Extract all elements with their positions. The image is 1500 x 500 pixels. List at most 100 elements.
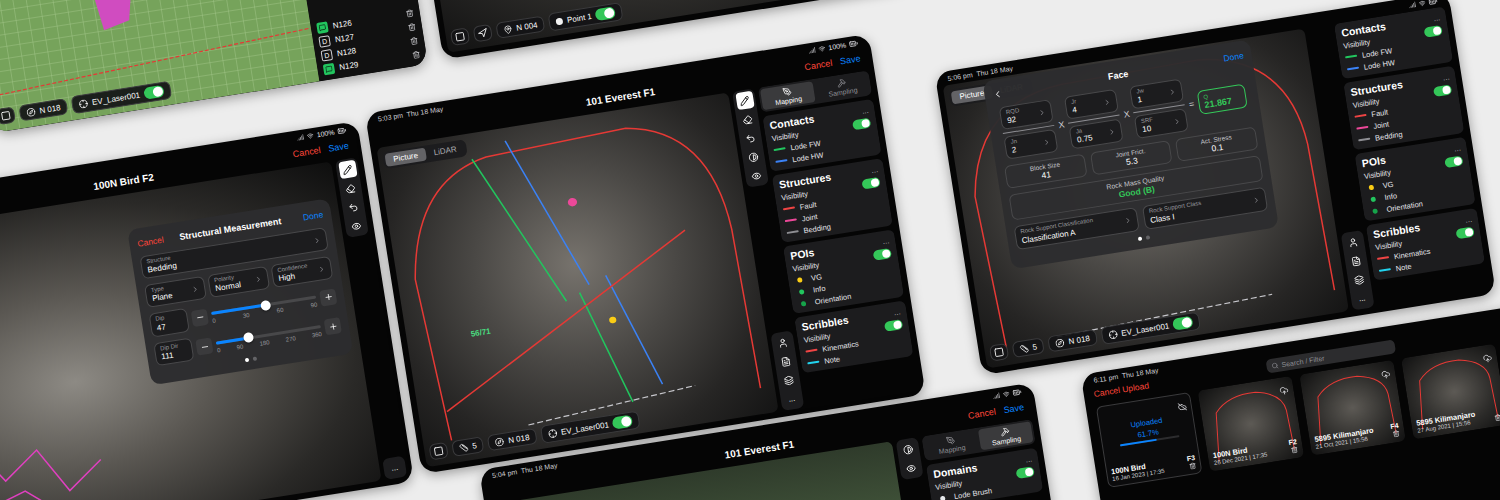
- increment-button[interactable]: [319, 288, 337, 306]
- slider-knob[interactable]: [242, 332, 253, 343]
- tool-button[interactable]: [347, 216, 366, 235]
- layer-toggle[interactable]: [612, 415, 634, 430]
- tool-button[interactable]: [338, 160, 357, 179]
- tool-button[interactable]: [779, 370, 798, 389]
- section-more[interactable]: ...: [871, 165, 879, 175]
- section-more[interactable]: ...: [1433, 13, 1441, 23]
- trash-icon[interactable]: [1392, 430, 1400, 438]
- point-list-item[interactable]: N126: [316, 6, 415, 35]
- view-tab[interactable]: Picture: [384, 148, 426, 167]
- face-tile[interactable]: 5895 Kilimanjaro27 Aug 2021 | 15:56: [1401, 344, 1500, 440]
- slider-knob[interactable]: [260, 300, 271, 311]
- direction-control[interactable]: N 018: [487, 428, 537, 451]
- denominator-field[interactable]: Jn2: [1004, 129, 1059, 160]
- back-icon[interactable]: [992, 89, 1003, 100]
- section-more[interactable]: ...: [893, 307, 901, 317]
- visibility-toggle[interactable]: [1424, 25, 1443, 38]
- support-field[interactable]: Rock Support ClassClass I: [1142, 187, 1268, 229]
- page-dot[interactable]: [1138, 236, 1143, 241]
- cancel-button[interactable]: Cancel: [804, 58, 833, 72]
- trash-icon[interactable]: [1290, 446, 1298, 454]
- scale-control[interactable]: 5: [1012, 337, 1046, 358]
- face-tile[interactable]: 100N Bird26 Dec 2021 | 17:35F2: [1198, 376, 1305, 472]
- more-button[interactable]: ...: [385, 458, 404, 477]
- save-button[interactable]: Save: [839, 53, 861, 66]
- slider-value[interactable]: Dip47: [149, 308, 190, 337]
- tool-button[interactable]: [898, 439, 917, 458]
- section-more[interactable]: ...: [882, 236, 890, 246]
- trash-icon[interactable]: [1494, 414, 1500, 422]
- scale-control[interactable]: 5: [451, 436, 485, 457]
- tool-button[interactable]: [344, 197, 363, 216]
- layer-control[interactable]: EV_Laser001: [540, 410, 641, 443]
- tool-button[interactable]: [744, 147, 763, 166]
- tool-button[interactable]: [1349, 270, 1368, 289]
- mode-tab[interactable]: Mapping: [924, 430, 980, 459]
- page-dot[interactable]: [245, 358, 250, 363]
- layer-item[interactable]: Joint: [1356, 107, 1457, 134]
- cancel-button[interactable]: Cancel: [967, 407, 996, 421]
- support-field[interactable]: Rock Support ClassificationClassificatio…: [1014, 207, 1140, 249]
- tool-button[interactable]: [901, 458, 920, 477]
- layer-toggle[interactable]: [143, 85, 165, 100]
- view-button[interactable]: [428, 442, 448, 461]
- face-tile[interactable]: 5895 Kilimanjaro21 Oct 2021 | 15:56F4: [1299, 360, 1406, 456]
- mode-tab[interactable]: Sampling: [814, 73, 870, 102]
- decrement-button[interactable]: [191, 309, 209, 327]
- face-tile[interactable]: Uploaded61.7%100N Bird16 Jan 2023 | 17:3…: [1096, 392, 1203, 488]
- slider-track[interactable]: [211, 296, 316, 316]
- section-more[interactable]: ...: [861, 105, 869, 115]
- trash-icon[interactable]: [1189, 462, 1197, 470]
- section-more[interactable]: ...: [1442, 72, 1450, 82]
- select-field[interactable]: ConfidenceHigh: [271, 256, 334, 288]
- layer-control[interactable]: EV_Laser001: [1100, 312, 1201, 345]
- select-field[interactable]: TypePlane: [144, 276, 207, 308]
- point-toggle[interactable]: [595, 6, 617, 21]
- direction-control[interactable]: N 004: [495, 15, 545, 38]
- save-button[interactable]: Save: [1003, 402, 1025, 415]
- visibility-toggle[interactable]: [1444, 155, 1463, 168]
- visibility-toggle[interactable]: [1016, 466, 1035, 479]
- visibility-toggle[interactable]: [873, 248, 892, 261]
- mode-tab[interactable]: Mapping: [760, 81, 816, 110]
- section-more[interactable]: ...: [1025, 454, 1033, 464]
- tool-button[interactable]: [735, 91, 754, 110]
- select-field[interactable]: PolarityNormal: [207, 266, 270, 298]
- mode-tab[interactable]: Sampling: [978, 421, 1034, 450]
- more-button[interactable]: ...: [1352, 289, 1371, 308]
- view-button[interactable]: [989, 343, 1009, 362]
- more-button[interactable]: ...: [782, 389, 801, 408]
- navigate-button[interactable]: [473, 24, 493, 43]
- cancel-button[interactable]: Cancel: [292, 145, 321, 159]
- view-tab[interactable]: LiDAR: [425, 141, 466, 160]
- tool-button[interactable]: [1346, 251, 1365, 270]
- decrement-button[interactable]: [195, 338, 213, 356]
- dialog-done[interactable]: Done: [1223, 50, 1245, 63]
- page-dot[interactable]: [1146, 235, 1151, 240]
- visibility-toggle[interactable]: [1433, 84, 1452, 97]
- tool-button[interactable]: [776, 352, 795, 371]
- save-button[interactable]: Save: [328, 141, 350, 154]
- point-control[interactable]: Point 1: [548, 2, 624, 31]
- section-more[interactable]: ...: [1453, 143, 1461, 153]
- dialog-cancel[interactable]: Cancel: [137, 235, 165, 249]
- increment-button[interactable]: [324, 317, 342, 335]
- direction-control[interactable]: N 018: [1048, 329, 1098, 352]
- tool-button[interactable]: [1343, 232, 1362, 251]
- visibility-toggle[interactable]: [861, 177, 880, 190]
- tool-button[interactable]: [341, 179, 360, 198]
- tool-button[interactable]: [773, 333, 792, 352]
- slider-value[interactable]: Dip Dir111: [153, 337, 194, 366]
- view-button[interactable]: [450, 27, 470, 46]
- denominator-field[interactable]: SRF10: [1134, 108, 1189, 139]
- visibility-toggle[interactable]: [852, 118, 871, 131]
- visibility-toggle[interactable]: [1455, 227, 1474, 240]
- denominator-field[interactable]: Ja0.75: [1069, 119, 1124, 150]
- section-more[interactable]: ...: [1465, 214, 1473, 224]
- tool-button[interactable]: [741, 128, 760, 147]
- tool-button[interactable]: [738, 110, 757, 129]
- page-dot[interactable]: [253, 356, 258, 361]
- layer-toggle[interactable]: [1172, 316, 1194, 331]
- tool-button[interactable]: [747, 166, 766, 185]
- view-button[interactable]: [0, 106, 16, 125]
